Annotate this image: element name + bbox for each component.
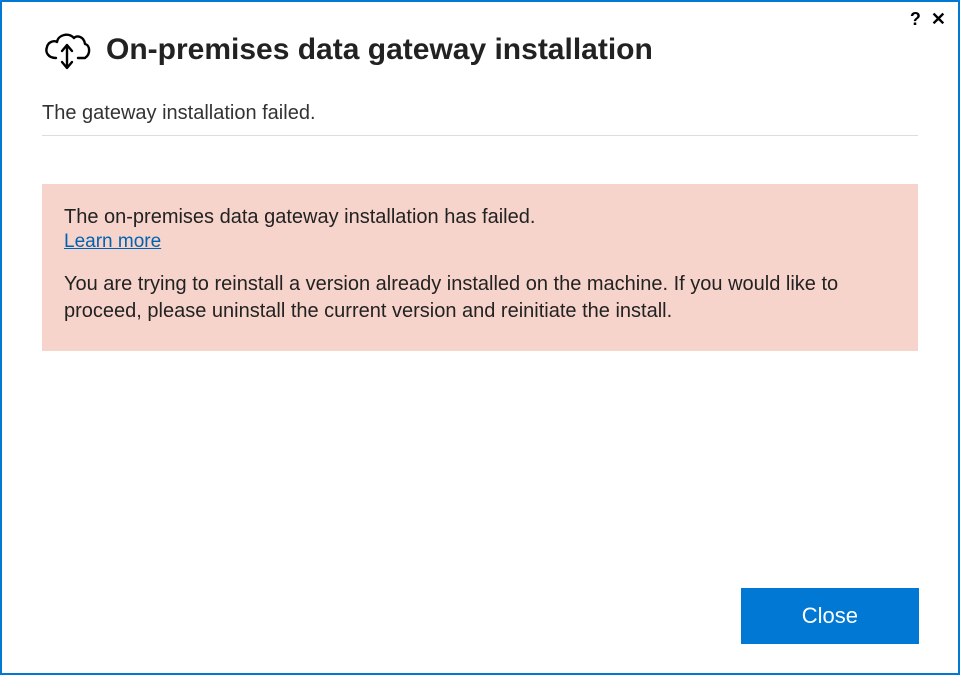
error-panel: The on-premises data gateway installatio… [42, 184, 918, 351]
close-button[interactable]: Close [742, 589, 918, 643]
error-detail: You are trying to reinstall a version al… [64, 271, 896, 325]
page-title: On-premises data gateway installation [106, 33, 653, 67]
help-icon[interactable]: ? [910, 10, 921, 28]
close-icon[interactable]: ✕ [931, 10, 946, 28]
header: On-premises data gateway installation [2, 2, 958, 80]
footer: Close [2, 589, 958, 673]
cloud-gateway-icon [42, 30, 92, 70]
error-heading: The on-premises data gateway installatio… [64, 206, 896, 229]
installer-window: ? ✕ On-premises data gateway installatio… [0, 0, 960, 675]
content-area: The gateway installation failed. The on-… [2, 80, 958, 589]
titlebar-controls: ? ✕ [910, 10, 946, 28]
status-message: The gateway installation failed. [42, 80, 918, 136]
learn-more-link[interactable]: Learn more [64, 231, 161, 252]
